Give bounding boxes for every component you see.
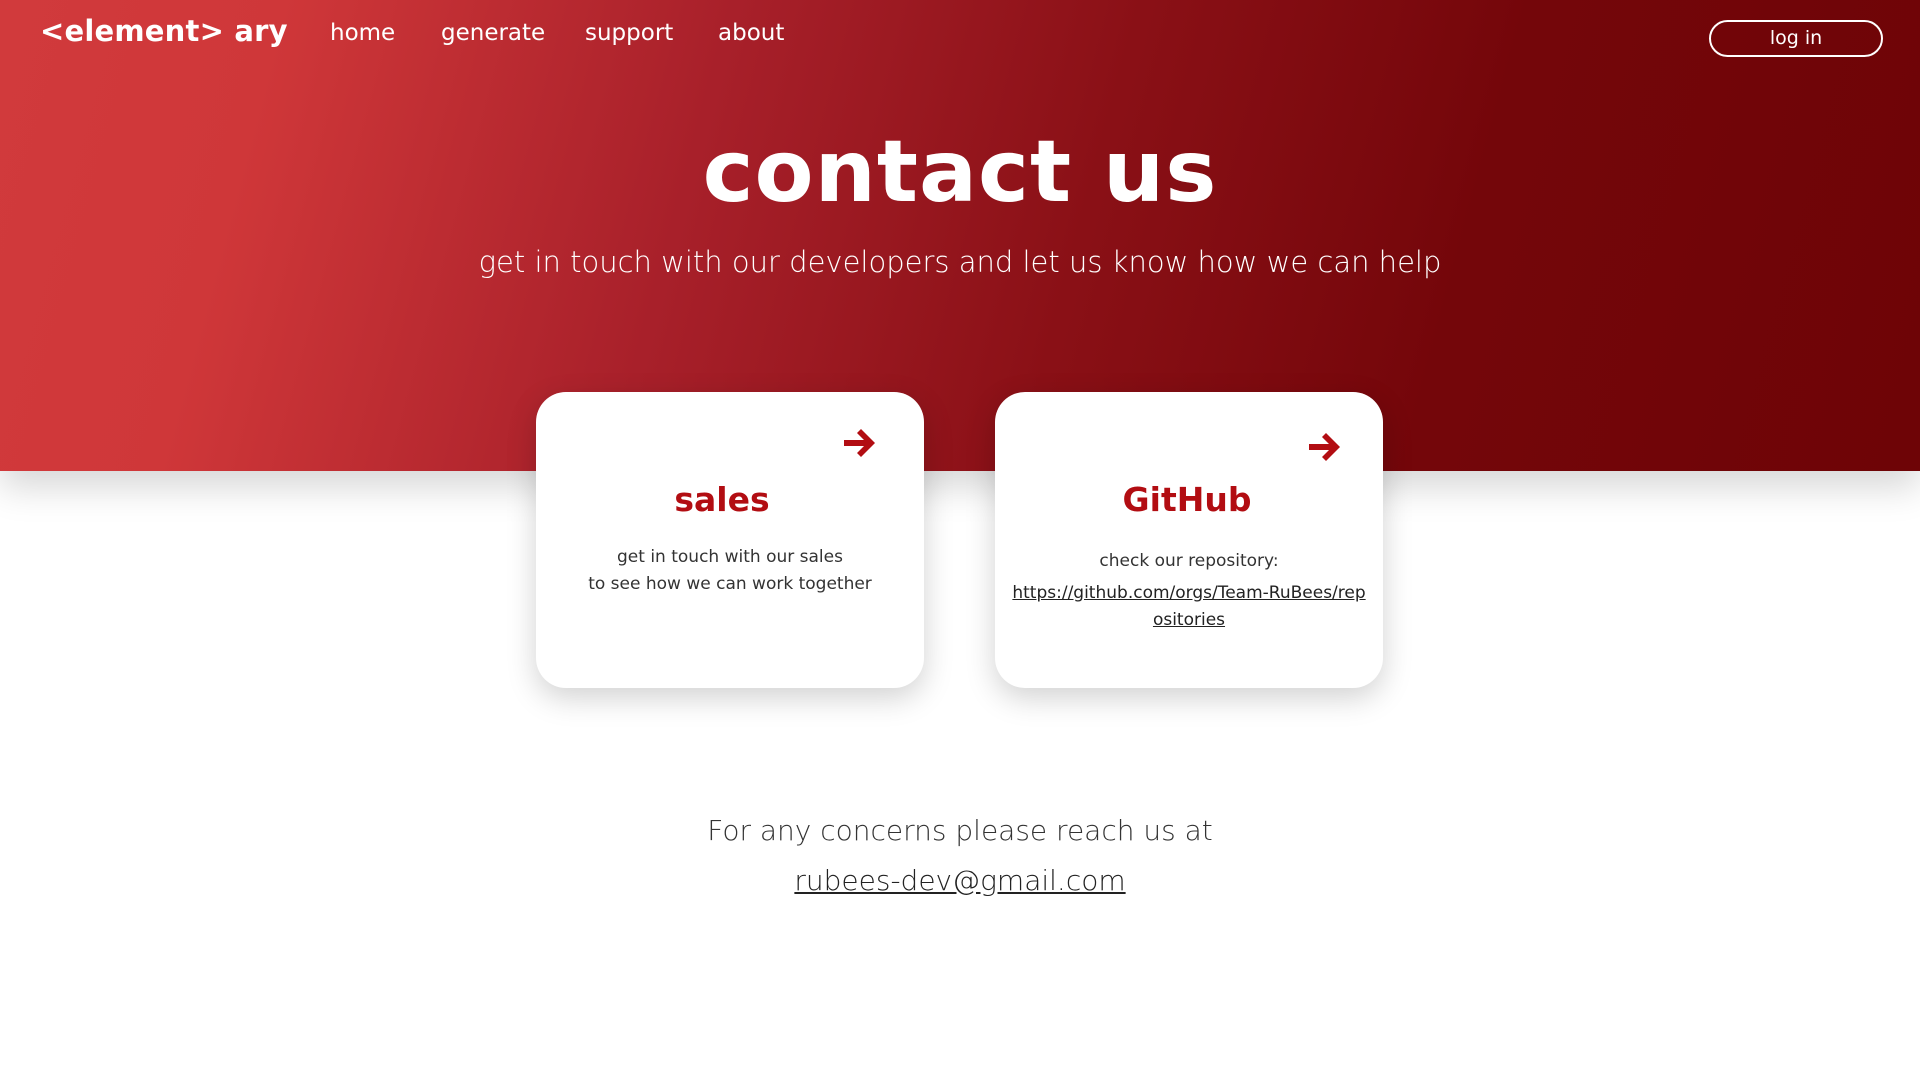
arrow-right-icon[interactable] [1305, 430, 1345, 464]
contact-email-link[interactable]: rubees-dev@gmail.com [0, 864, 1920, 897]
github-card[interactable]: GitHub check our repository: https://git… [995, 392, 1383, 688]
footer-contact-text: For any concerns please reach us at [707, 814, 1213, 847]
hero-banner: <element> ary home generate support abou… [0, 0, 1920, 471]
github-card-description: check our repository: [1099, 551, 1279, 571]
sales-card[interactable]: sales get in touch with our sales to see… [536, 392, 924, 688]
nav-link-generate[interactable]: generate [441, 20, 545, 46]
arrow-right-icon[interactable] [840, 426, 880, 460]
sales-card-description: get in touch with our sales to see how w… [536, 544, 924, 598]
sales-card-title: sales [674, 480, 770, 519]
nav-link-support[interactable]: support [585, 20, 673, 46]
github-card-title: GitHub [1122, 480, 1252, 519]
page-title: contact us [702, 122, 1218, 222]
nav-link-about[interactable]: about [718, 20, 784, 46]
page-subtitle: get in touch with our developers and let… [478, 245, 1442, 279]
site-logo[interactable]: <element> ary [40, 14, 288, 48]
top-navigation: <element> ary home generate support abou… [0, 0, 1920, 70]
github-repository-link[interactable]: https://github.com/orgs/Team-RuBees/repo… [1011, 580, 1367, 634]
sales-card-text-line-2: to see how we can work together [588, 574, 872, 594]
nav-link-home[interactable]: home [330, 20, 395, 46]
login-button[interactable]: log in [1709, 20, 1883, 57]
sales-card-text-line-1: get in touch with our sales [617, 547, 843, 567]
